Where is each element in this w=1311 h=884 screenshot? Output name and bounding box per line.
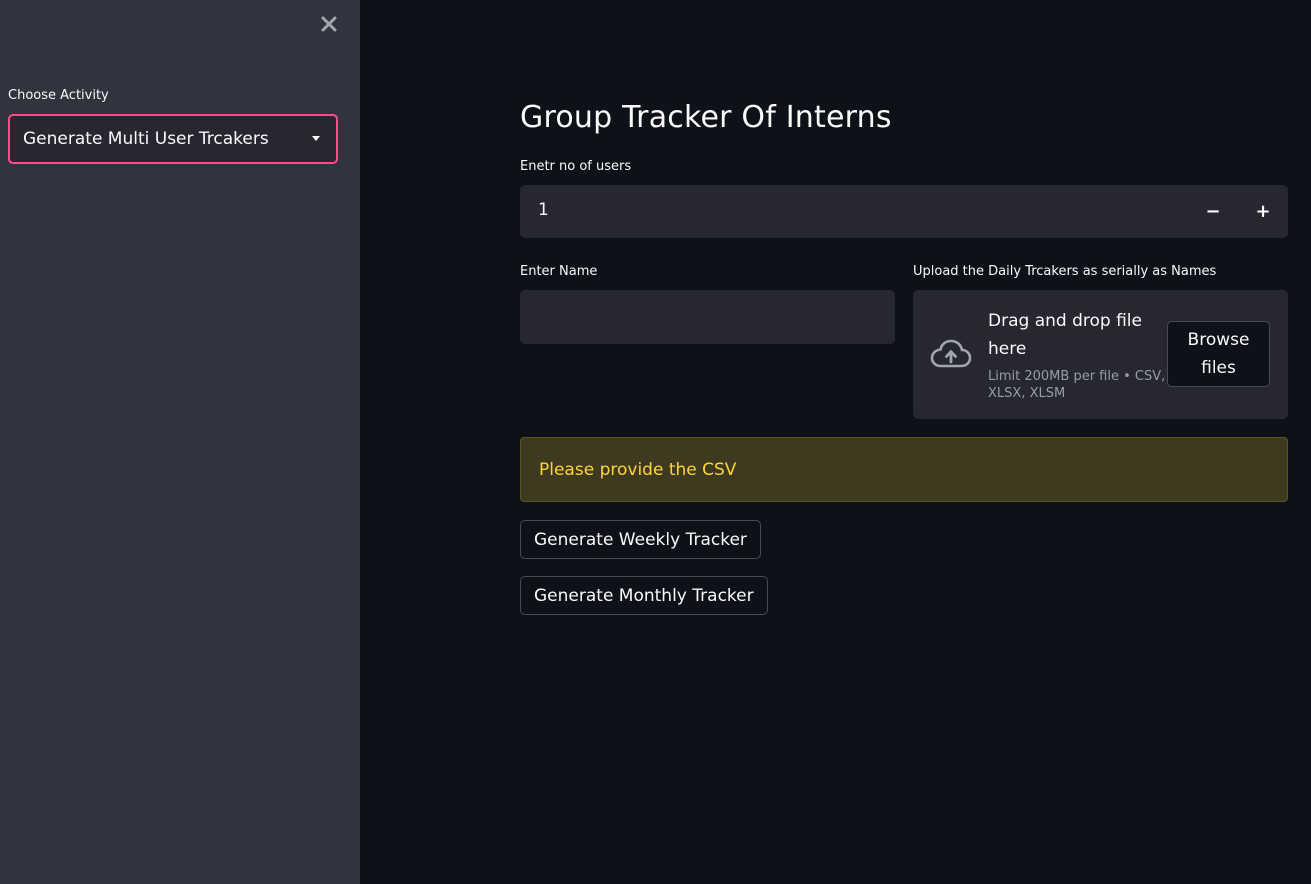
uploader-label: Upload the Daily Trcakers as serially as… <box>913 264 1217 279</box>
name-input[interactable] <box>520 290 895 344</box>
dropzone-limits: Limit 200MB per file • CSV, XLSX, XLSM <box>988 369 1166 401</box>
file-uploader-dropzone[interactable]: Drag and drop file here Limit 200MB per … <box>913 290 1288 419</box>
close-sidebar-button[interactable] <box>316 11 342 37</box>
app: Choose Activity Generate Multi User Trca… <box>0 0 1311 884</box>
page-title: Group Tracker Of Interns <box>520 100 892 135</box>
generate-monthly-button[interactable]: Generate Monthly Tracker <box>520 576 768 615</box>
activity-select[interactable]: Generate Multi User Trcakers <box>8 114 338 164</box>
users-number-input[interactable]: 1 − + <box>520 185 1288 238</box>
increment-button[interactable]: + <box>1238 185 1288 238</box>
decrement-button[interactable]: − <box>1188 185 1238 238</box>
name-field-label: Enter Name <box>520 264 598 279</box>
browse-files-button[interactable]: Browse files <box>1167 321 1270 387</box>
dropzone-instructions: Drag and drop file here <box>988 311 1142 359</box>
users-field-label: Enetr no of users <box>520 159 632 174</box>
generate-weekly-button[interactable]: Generate Weekly Tracker <box>520 520 761 559</box>
close-icon <box>321 16 337 32</box>
cloud-upload-icon <box>930 339 972 368</box>
chevron-down-icon <box>312 136 320 141</box>
warning-text: Please provide the CSV <box>539 459 737 480</box>
activity-label: Choose Activity <box>8 88 109 103</box>
warning-alert: Please provide the CSV <box>520 437 1288 502</box>
users-number-value: 1 <box>538 200 549 220</box>
sidebar: Choose Activity Generate Multi User Trca… <box>0 0 360 884</box>
activity-select-value: Generate Multi User Trcakers <box>23 129 269 149</box>
